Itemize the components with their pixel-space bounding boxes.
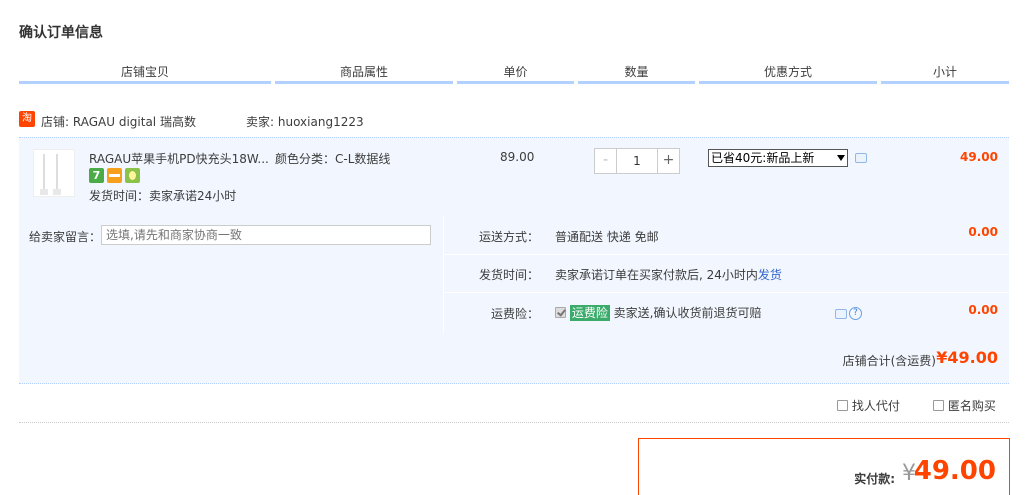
seller-message-input[interactable] xyxy=(101,225,431,245)
column-header-item: 店铺宝贝 xyxy=(120,65,169,79)
product-name-link[interactable]: RAGAU苹果手机PD快充头18W... xyxy=(89,150,269,167)
help-icon[interactable]: ? xyxy=(849,307,862,320)
column-header-price: 单价 xyxy=(503,65,528,79)
insurance-checkbox[interactable] xyxy=(555,307,566,318)
insurance-value: 卖家送,确认收货前退货可赔 xyxy=(613,306,762,320)
ship-time-label: 发货时间： xyxy=(478,268,539,282)
shop-name-link[interactable]: RAGAU digital 瑞高数 xyxy=(73,115,196,129)
anonymous-label: 匿名购买 xyxy=(947,399,996,413)
header-underline xyxy=(275,81,453,84)
divider xyxy=(19,422,1009,423)
quantity-stepper: - 1 + xyxy=(594,148,680,174)
promo-comment-icon[interactable] xyxy=(855,153,867,163)
column-header-subtotal: 小计 xyxy=(932,65,957,79)
ship-time-value: 卖家承诺订单在买家付款后, 24小时内 xyxy=(555,268,758,282)
anonymous-checkbox[interactable] xyxy=(933,400,944,411)
ship-time-promise: 发货时间：卖家承诺24小时 xyxy=(89,189,237,203)
seven-day-return-icon[interactable]: 7 xyxy=(89,168,104,183)
seller-prefix: 卖家: xyxy=(246,115,275,129)
dropdown-arrow-icon xyxy=(837,155,845,161)
unit-price: 89.00 xyxy=(500,150,535,164)
insurance-comment-icon[interactable] xyxy=(835,309,847,319)
insurance-fee: 0.00 xyxy=(968,303,998,317)
payment-amount: 49.00 xyxy=(913,456,996,486)
proxy-pay-checkbox[interactable] xyxy=(837,400,848,411)
divider xyxy=(443,292,1009,293)
quantity-input[interactable]: 1 xyxy=(617,149,657,173)
message-label: 给卖家留言： xyxy=(29,230,102,244)
promotion-select[interactable]: 已省40元:新品上新 xyxy=(708,149,848,167)
payment-currency: ¥ xyxy=(902,461,916,486)
proxy-pay-label: 找人代付 xyxy=(851,399,900,413)
divider xyxy=(443,216,444,333)
insurance-row: 运费险 卖家送,确认收货前退货可赔 xyxy=(555,304,762,321)
header-underline xyxy=(699,81,877,84)
delivery-fee: 0.00 xyxy=(968,225,998,239)
seller-row: 卖家: huoxiang1223 xyxy=(246,113,364,130)
credit-card-icon[interactable] xyxy=(107,168,122,183)
delivery-method-value: 普通配送 快递 免邮 xyxy=(555,230,659,244)
product-attribute: 颜色分类：C-L数据线 xyxy=(275,152,391,166)
column-header-attr: 商品属性 xyxy=(339,65,388,79)
proxy-pay-option[interactable]: 找人代付 xyxy=(837,397,900,414)
page-title: 确认订单信息 xyxy=(19,25,103,41)
green-badge-icon[interactable] xyxy=(125,168,140,183)
header-underline xyxy=(19,81,271,84)
column-header-promo: 优惠方式 xyxy=(763,65,812,79)
divider xyxy=(443,254,1009,255)
delivery-method-label: 运送方式： xyxy=(478,230,539,244)
increase-quantity-button[interactable]: + xyxy=(657,149,679,173)
header-underline xyxy=(457,81,574,84)
item-subtotal: 49.00 xyxy=(960,150,998,164)
payment-label: 实付款: xyxy=(854,472,895,486)
taobao-shop-icon: 淘 xyxy=(19,111,35,127)
header-underline xyxy=(578,81,695,84)
shop-total-label: 店铺合计(含运费) xyxy=(842,354,936,368)
service-icons: 7 xyxy=(89,168,143,183)
insurance-label: 运费险： xyxy=(490,307,539,321)
ship-time-row: 卖家承诺订单在买家付款后, 24小时内发货 xyxy=(555,266,782,283)
header-underline xyxy=(881,81,1009,84)
shop-total-value: ¥49.00 xyxy=(936,348,998,367)
shop-name-row: 店铺: RAGAU digital 瑞高数 xyxy=(41,113,196,130)
decrease-quantity-button[interactable]: - xyxy=(595,149,617,173)
column-header-qty: 数量 xyxy=(624,65,649,79)
shop-name-prefix: 店铺: xyxy=(41,115,70,129)
insurance-tag: 运费险 xyxy=(569,305,610,321)
ship-link[interactable]: 发货 xyxy=(758,268,782,282)
seller-link[interactable]: huoxiang1223 xyxy=(278,115,364,129)
promotion-selected-value: 已省40元:新品上新 xyxy=(711,151,815,165)
product-thumbnail[interactable] xyxy=(33,149,75,197)
anonymous-option[interactable]: 匿名购买 xyxy=(933,397,996,414)
